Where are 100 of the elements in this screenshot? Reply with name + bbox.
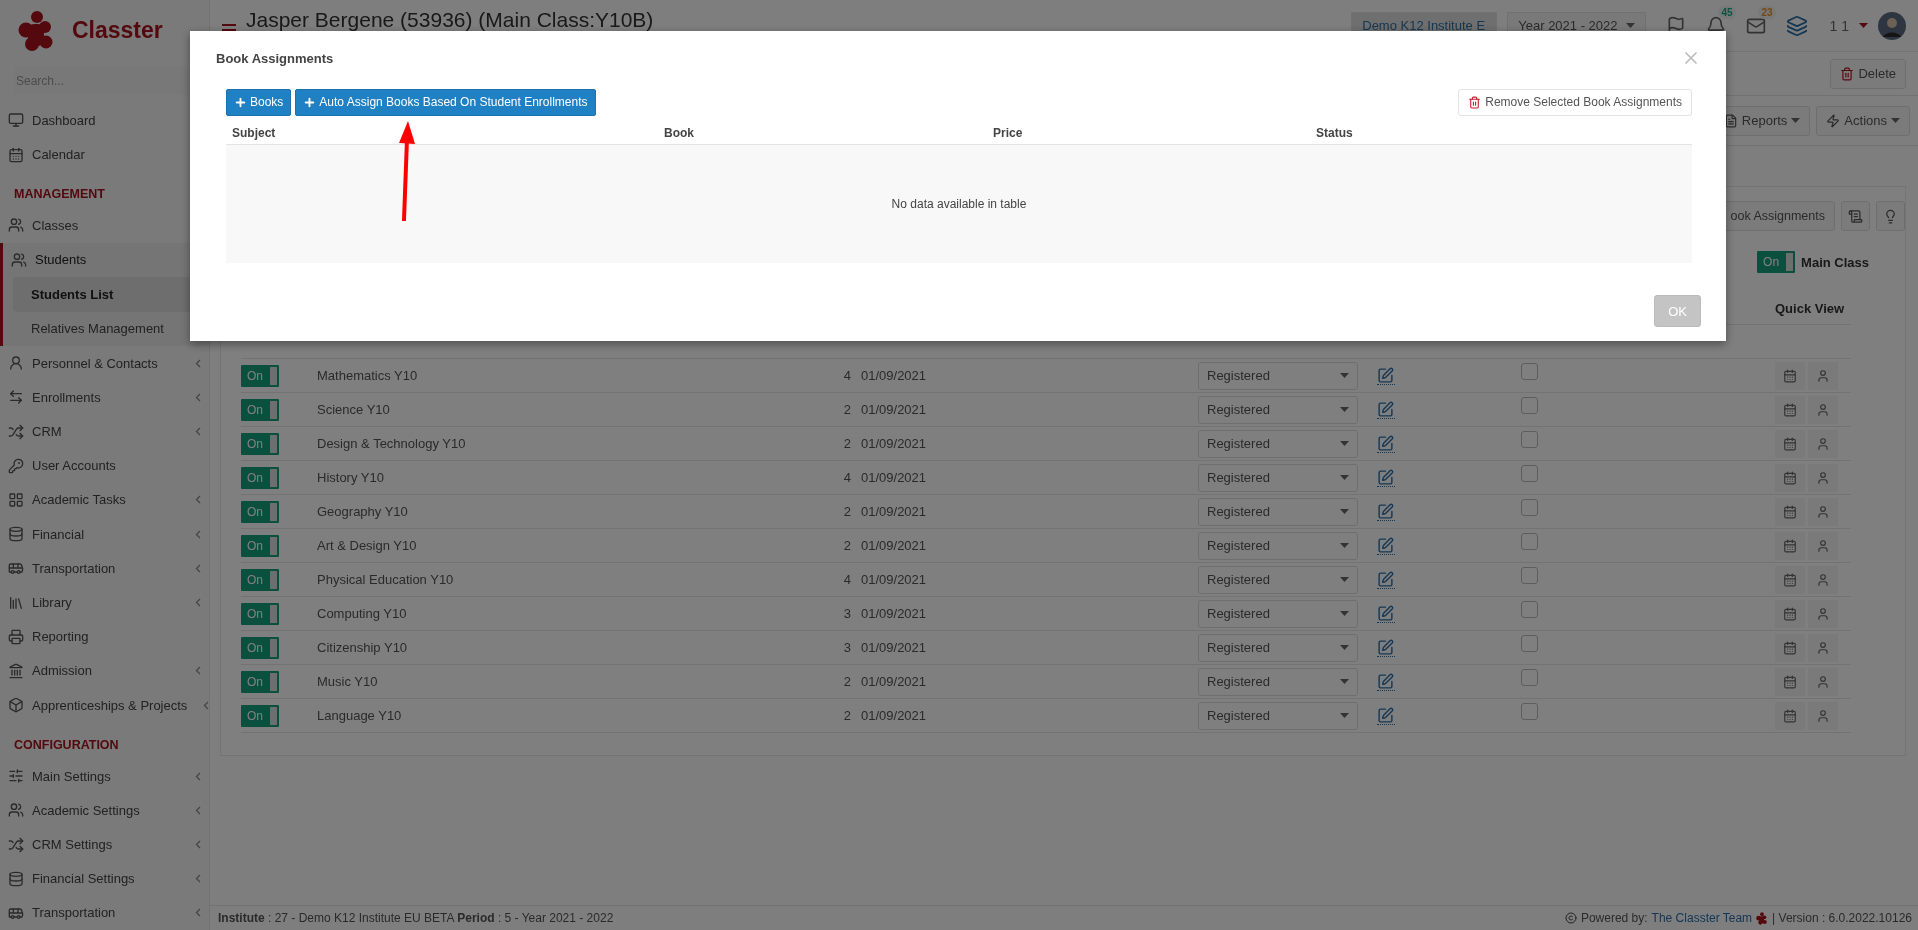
subject-cell-text: Mathematics Y10 [317, 368, 419, 383]
nav-link[interactable]: User Accounts [0, 448, 209, 483]
powered-by-text: Powered by: [1580, 911, 1648, 925]
empty-message: No data available in table [891, 197, 1027, 211]
actions-button[interactable]: Actions [1816, 105, 1910, 136]
nav-link[interactable]: Transportation [0, 551, 209, 586]
subject-cell-text: Design & Technology Y10 [317, 436, 467, 451]
nav-link[interactable]: Main Settings [0, 759, 209, 794]
toggle-switch[interactable]: On [241, 364, 279, 387]
nav-link[interactable]: Classes [0, 208, 209, 243]
toggle-caption: Main Class [1801, 254, 1869, 270]
version-text: | Version : 6.0.2022.10126 [1772, 911, 1912, 925]
toggle-switch[interactable]: On [241, 704, 279, 727]
status-select[interactable]: Registered [1198, 497, 1358, 526]
remove-assignments-button[interactable]: Remove Selected Book Assignments [1458, 88, 1692, 116]
date-cell-text: 01/09/2021 [860, 674, 927, 689]
nav-link[interactable]: Academic Settings [0, 793, 209, 828]
toggle-switch[interactable]: On [241, 432, 279, 455]
footer-info: Institute : 27 - Demo K12 Institute EU BETA Period : 5 - Year 2021 - 2022 [218, 911, 614, 925]
dialog-title: Book Assignments [216, 50, 334, 66]
section-heading: MANAGEMENT [13, 186, 106, 204]
count-badge: 23 [1758, 5, 1776, 19]
toggle-switch[interactable]: On [241, 466, 279, 489]
count-badge: 45 [1718, 5, 1736, 19]
team-link[interactable]: The Classter Team [1651, 911, 1753, 925]
column-header: Quick View [1775, 301, 1846, 316]
column-header: Status [1316, 125, 1354, 140]
count-cell-text: 4 [842, 572, 851, 587]
count-cell-text: 2 [842, 402, 851, 417]
status-select[interactable]: Registered [1198, 599, 1358, 628]
nav-link[interactable]: CRM [0, 414, 209, 449]
count-cell-text: 2 [842, 674, 851, 689]
nav-link[interactable]: Library [0, 585, 209, 620]
count-cell-text: 3 [842, 606, 851, 621]
date-cell-text: 01/09/2021 [860, 572, 927, 587]
column-header: Subject [232, 125, 277, 140]
section-heading: CONFIGURATION [13, 737, 120, 755]
count-cell-text: 3 [842, 640, 851, 655]
toggle-switch[interactable]: On [241, 670, 279, 693]
nav-link[interactable]: Enrollments [0, 380, 209, 415]
nav-link[interactable]: Financial [0, 517, 209, 552]
status-select[interactable]: Registered [1198, 361, 1358, 390]
count-cell-text: 2 [842, 504, 851, 519]
subject-cell-text: Art & Design Y10 [317, 538, 418, 553]
nav-link[interactable]: Students [3, 242, 209, 278]
subject-cell-text: Computing Y10 [317, 606, 408, 621]
date-cell-text: 01/09/2021 [860, 368, 927, 383]
date-cell-text: 01/09/2021 [860, 504, 927, 519]
count-cell-text: 4 [842, 470, 851, 485]
count-cell-text: 2 [842, 708, 851, 723]
delete-button[interactable]: Delete [1830, 58, 1906, 89]
date-cell-text: 01/09/2021 [860, 708, 927, 723]
status-select[interactable]: Registered [1198, 565, 1358, 594]
count-cell-text: 2 [842, 538, 851, 553]
status-select[interactable]: Registered [1198, 701, 1358, 730]
subject-cell-text: Science Y10 [317, 402, 391, 417]
subject-cell-text: History Y10 [317, 470, 385, 485]
subject-cell-text: Music Y10 [317, 674, 379, 689]
toggle-switch[interactable]: On [241, 500, 279, 523]
nav-link[interactable]: Dashboard [0, 103, 209, 138]
subject-cell-text: Physical Education Y10 [317, 572, 455, 587]
toggle-switch[interactable]: On [241, 534, 279, 557]
date-cell-text: 01/09/2021 [860, 606, 927, 621]
user-menu[interactable]: 1 1 [1829, 17, 1849, 34]
nav-link[interactable]: Academic Tasks [0, 482, 209, 518]
nav-link[interactable]: Transportation [0, 895, 209, 930]
date-cell-text: 01/09/2021 [860, 402, 927, 417]
count-cell-text: 2 [842, 436, 851, 451]
toggle-switch[interactable]: On [1757, 251, 1796, 273]
nav-link[interactable]: CRM Settings [0, 827, 209, 862]
subject-cell-text: Citizenship Y10 [317, 640, 409, 655]
logo-text: Classter [72, 17, 163, 45]
nav-link[interactable]: Admission [0, 653, 209, 689]
toggle-switch[interactable]: On [241, 636, 279, 659]
nav-link[interactable]: Calendar [0, 137, 209, 172]
nav-link[interactable]: Reporting [0, 619, 209, 654]
subject-cell-text: Geography Y10 [317, 504, 409, 519]
status-select[interactable]: Registered [1198, 667, 1358, 696]
toggle-switch[interactable]: On [241, 568, 279, 591]
page-title: Jasper Bergene (53936) (Main Class:Y10B) [246, 7, 654, 32]
date-cell-text: 01/09/2021 [860, 436, 927, 451]
date-cell-text: 01/09/2021 [860, 640, 927, 655]
toggle-switch[interactable]: On [241, 398, 279, 421]
auto-assign-button[interactable]: Auto Assign Books Based On Student Enrollments [295, 88, 596, 116]
subject-cell-text: Language Y10 [317, 708, 403, 723]
date-cell-text: 01/09/2021 [860, 470, 927, 485]
column-header: Book [664, 125, 695, 140]
toggle-switch[interactable]: On [241, 602, 279, 625]
add-books-button[interactable]: Books [226, 88, 292, 116]
status-select[interactable]: Registered [1198, 463, 1358, 492]
nav-link[interactable]: Personnel & Contacts [0, 346, 209, 381]
nav-link[interactable]: Apprenticeships & Projects [0, 688, 209, 723]
count-cell-text: 4 [842, 368, 851, 383]
status-select[interactable]: Registered [1198, 633, 1358, 662]
status-select[interactable]: Registered [1198, 531, 1358, 560]
nav-link[interactable]: Financial Settings [0, 861, 209, 896]
status-select[interactable]: Registered [1198, 395, 1358, 424]
status-select[interactable]: Registered [1198, 429, 1358, 458]
column-header: Price [993, 125, 1024, 140]
date-cell-text: 01/09/2021 [860, 538, 927, 553]
